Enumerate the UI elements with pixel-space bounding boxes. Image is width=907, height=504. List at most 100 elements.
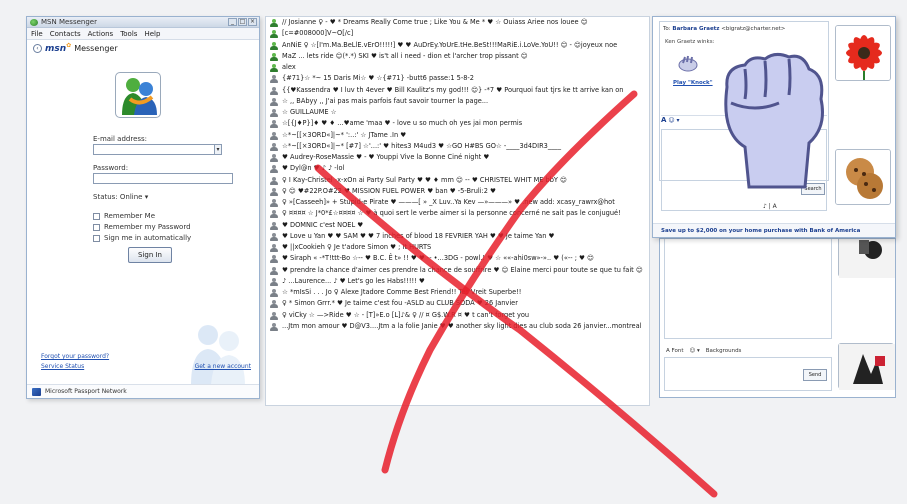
contact-display-name: ♥ Dyl@n ♥ ♪ ♪ -lol xyxy=(282,164,345,173)
my-display-picture xyxy=(838,343,895,390)
send-button[interactable]: Send xyxy=(803,369,827,381)
contact-item[interactable]: ♥ Siraph « -*T!ttt-Bo ☆-- ♥ B.C. Ê t» !!… xyxy=(266,253,649,264)
contact-item[interactable]: ♪ ...Laurence... ♪ ♥ Let's go les Habs!!… xyxy=(266,276,649,287)
passport-icon xyxy=(32,388,41,396)
messenger-titlebar: MSN Messenger _ □ × xyxy=(27,17,259,28)
brand-header: ‹ msn✿ Messenger xyxy=(27,40,259,56)
wink-message: Ken Graetz winks: xyxy=(665,39,715,45)
contact-display-name: ☆ *mIsSi . . . Jo ♀ Alexe Jtadore Comme … xyxy=(282,288,522,296)
msn-logo: msn✿ xyxy=(45,42,72,54)
contact-item[interactable]: ...Jtm mon amour ♥ D@V3....Jtm a la foli… xyxy=(266,321,649,332)
buddy-status-icon xyxy=(270,300,278,309)
buddy-status-icon xyxy=(270,277,278,286)
contact-display-name: ☆*~[[×3ORD«]|~* [#7] ☆'...:' ♥ hites3 M4… xyxy=(282,141,562,150)
buddy-status-icon xyxy=(270,187,278,196)
buddy-status-icon xyxy=(270,221,278,230)
remember-me-checkbox[interactable]: Remember Me xyxy=(93,211,233,221)
advertisement-banner[interactable]: Save up to $2,000 on your home purchase … xyxy=(653,223,895,237)
password-field[interactable] xyxy=(93,173,233,184)
contact-display-name: ☆ ,, BAbyy ,, J'ai pas mais parfois faut… xyxy=(282,96,489,105)
buddy-status-icon xyxy=(270,289,278,297)
buddy-status-icon xyxy=(270,97,278,106)
close-button[interactable]: × xyxy=(248,18,257,26)
contact-display-name: ♥ ||xCookieh ♀ Je t'adore Simon ♥ ; It H… xyxy=(282,243,432,251)
contact-item[interactable]: // Josianne ♀ - ♥ * Dreams Really Come t… xyxy=(266,17,649,28)
menu-actions[interactable]: Actions xyxy=(88,28,114,39)
contact-item[interactable]: alex xyxy=(266,62,649,73)
emoticon-icon[interactable]: ☺ ▾ xyxy=(668,117,679,124)
buddy-status-icon xyxy=(270,165,278,174)
contact-display-name: ♪ ...Laurence... ♪ ♥ Let's go les Habs!!… xyxy=(282,276,425,285)
contact-item[interactable]: ♀ 😊 ♥#22P.O#22 ♥ MISSION FUEL POWER ♥ ba… xyxy=(266,186,649,197)
contact-list: // Josianne ♀ - ♥ * Dreams Really Come t… xyxy=(265,16,650,406)
buddy-status-icon xyxy=(270,311,278,320)
back-arrow-icon[interactable]: ‹ xyxy=(33,43,42,53)
buddy-status-icon xyxy=(270,142,278,151)
backgrounds-button[interactable]: Backgrounds xyxy=(706,348,742,354)
buddy-status-icon xyxy=(270,75,278,84)
contact-item[interactable]: ♀ viCky ☆ —>Ride ♥ ☆ - [T]»E.o [L]♪& ♀ /… xyxy=(266,310,649,321)
contact-item[interactable]: ♀ »[Casseeh]» + Stupid-e Pirate ♥ ———[ »… xyxy=(266,197,649,208)
contact-item[interactable]: ♀ ¤¤¤¤ ☆ J*0*£☆¤¤¤¤ ☆ ♥ à quoi sert le v… xyxy=(266,208,649,219)
forgot-password-link[interactable]: Forgot your password? xyxy=(41,353,251,363)
email-label: E-mail address: xyxy=(93,135,148,143)
contact-item[interactable]: ☆[{J♦P}]♦ ♥ ♦ ...♥ame 'maa ♥ - love u so… xyxy=(266,118,649,129)
contact-item[interactable]: ♀ I Kay-Christel -x-xOn ai Party Sul Par… xyxy=(266,175,649,186)
minimize-button[interactable]: _ xyxy=(228,18,237,26)
bottom-toolbar-icons[interactable]: ♪ | A xyxy=(763,203,843,213)
chevron-down-icon[interactable]: ▾ xyxy=(214,144,222,155)
contact-display-picture xyxy=(835,25,891,81)
passport-label: Microsoft Passport Network xyxy=(45,388,127,395)
contact-item[interactable]: ♥ Audrey-RoseMassie ♥ - ♥ Youppi Vive la… xyxy=(266,152,649,163)
remember-password-checkbox[interactable]: Remember my Password xyxy=(93,222,233,232)
menu-contacts[interactable]: Contacts xyxy=(50,28,81,39)
get-account-link[interactable]: Get a new account xyxy=(195,363,251,370)
contact-item[interactable]: ♥ prendre la chance d'aimer ces prendre … xyxy=(266,265,649,276)
menu-file[interactable]: File xyxy=(31,28,43,39)
signin-form: E-mail address: ▾ Password: Status: Onli… xyxy=(93,135,233,244)
contact-display-name: // Josianne ♀ - ♥ * Dreams Really Come t… xyxy=(282,18,588,26)
contact-item[interactable]: {{♥Kassendra ♥ I luv th 4ever ♥ Bill Kau… xyxy=(266,85,649,96)
status-dropdown[interactable]: Status: Online ▾ xyxy=(93,193,233,201)
contact-display-name: ♀ I Kay-Christel -x-xOn ai Party Sul Par… xyxy=(282,175,567,184)
contact-display-name: {{♥Kassendra ♥ I luv th 4ever ♥ Bill Kau… xyxy=(282,85,624,94)
contact-display-name: MaZ ... lets ride 😊(*.*) SKI ♥ is't all … xyxy=(282,51,528,60)
buddy-status-icon xyxy=(270,120,278,129)
messenger-signin-window: MSN Messenger _ □ × File Contacts Action… xyxy=(26,16,260,399)
font-button[interactable]: A Font xyxy=(666,348,684,354)
buddy-status-icon xyxy=(270,109,278,117)
contact-item[interactable]: {#71}☆ *~ 15 Daris Mi☆ ♥ ☆{#71} -butt6 p… xyxy=(266,73,649,84)
buddy-status-icon xyxy=(270,199,278,207)
auto-signin-checkbox[interactable]: Sign me in automatically xyxy=(93,233,233,243)
contact-item[interactable]: ☆ *mIsSi . . . Jo ♀ Alexe Jtadore Comme … xyxy=(266,287,649,298)
contact-item[interactable]: ♥ DOMNIC c'est NOEL ♥ xyxy=(266,220,649,231)
contact-item[interactable]: ☆ ,, BAbyy ,, J'ai pas mais parfois faut… xyxy=(266,96,649,107)
contact-item[interactable]: ♥ Love u Yan ♥ ♥ SAM ♥ ♥ 7 inches of blo… xyxy=(266,231,649,242)
contact-display-name: ☆ GUILLAUME ☆ xyxy=(282,108,337,116)
contact-item[interactable]: ♥ ||xCookieh ♀ Je t'adore Simon ♥ ; It H… xyxy=(266,242,649,253)
window-title: MSN Messenger xyxy=(41,18,97,26)
contact-item[interactable]: ☆ GUILLAUME ☆ xyxy=(266,107,649,118)
bottom-links: Forgot your password? Service Status Get… xyxy=(41,353,251,373)
sign-in-button[interactable]: Sign In xyxy=(128,247,172,263)
menu-help[interactable]: Help xyxy=(144,28,160,39)
contact-item[interactable]: ☆*~[[×3ORD«]|~* [#7] ☆'...:' ♥ hites3 M4… xyxy=(266,141,649,152)
buddy-status-icon xyxy=(270,322,278,331)
buddy-status-icon xyxy=(270,255,278,264)
contact-item[interactable]: [c=#008000]V~O[/c] xyxy=(266,28,649,39)
contact-item[interactable]: AnNiE ♀ ☆[I'm.Ma.BeLlE.vErO!!!!!] ♥ ♥ Au… xyxy=(266,40,649,51)
contact-item[interactable]: ☆*~[[×3ORD«]|~* ':..:' ☆ JTame .In ♥ xyxy=(266,130,649,141)
wink-thumbnail-icon xyxy=(678,55,698,72)
buddy-status-icon xyxy=(270,19,278,27)
contact-item[interactable]: MaZ ... lets ride 😊(*.*) SKI ♥ is't all … xyxy=(266,51,649,62)
font-button[interactable]: A xyxy=(661,116,666,124)
contact-item[interactable]: ♥ Dyl@n ♥ ♪ ♪ -lol xyxy=(266,163,649,174)
email-field[interactable]: ▾ xyxy=(93,144,222,155)
buddy-status-icon xyxy=(270,176,278,185)
buddy-status-icon xyxy=(270,52,278,61)
menu-tools[interactable]: Tools xyxy=(120,28,137,39)
contact-item[interactable]: ♀ * Simon Grrr.* ♥ Je taime c'est fou -A… xyxy=(266,298,649,309)
emoticon-icon[interactable]: ☺ ▾ xyxy=(690,348,700,354)
maximize-button[interactable]: □ xyxy=(238,18,247,26)
buddy-status-icon xyxy=(270,41,278,50)
